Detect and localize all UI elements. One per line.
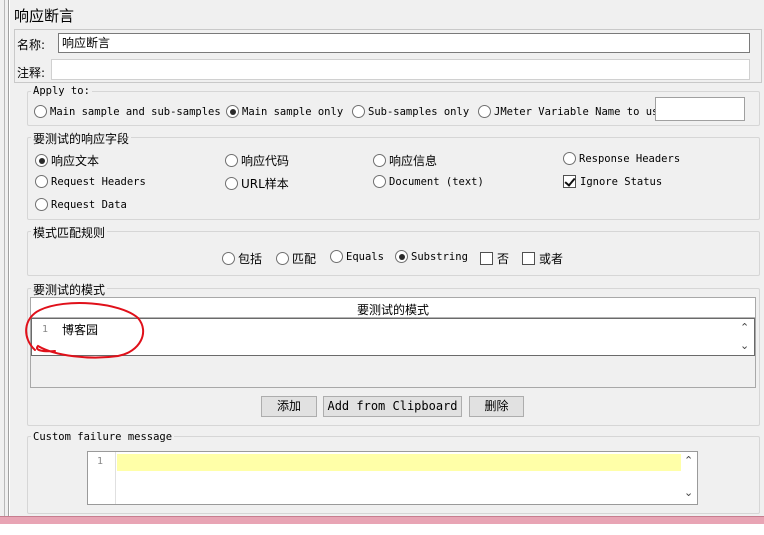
radio-selected-icon [226,105,239,118]
apply-to-legend: Apply to: [31,85,92,97]
field-request-headers-radio[interactable]: Request Headers [35,175,146,188]
table-row[interactable]: 1 博客园 ⌃ ⌄ [31,318,755,356]
rule-or-checkbox[interactable]: 或者 [522,250,563,267]
scroll-up-icon[interactable]: ⌃ [684,454,693,467]
radio-icon [352,105,365,118]
failure-message-legend: Custom failure message [31,431,175,443]
field-url-sample-radio[interactable]: URL样本 [225,175,289,192]
rule-substring-radio[interactable]: Substring [395,250,468,263]
checkbox-icon [522,252,535,265]
field-response-code-radio[interactable]: 响应代码 [225,152,289,169]
field-document-text-radio[interactable]: Document (text) [373,175,484,188]
field-response-message-radio[interactable]: 响应信息 [373,152,437,169]
pattern-rules-legend: 模式匹配规则 [31,224,108,241]
apply-main-and-sub-radio[interactable]: Main sample and sub-samples [34,105,221,118]
radio-icon [563,152,576,165]
scroll-up-icon[interactable]: ⌃ [740,321,749,334]
pattern-rules-group [27,231,760,276]
field-request-data-radio[interactable]: Request Data [35,198,127,211]
response-field-legend: 要测试的响应字段 [31,130,132,147]
bottom-margin [0,524,764,535]
jmeter-variable-input[interactable] [655,97,745,121]
status-bar [0,516,764,524]
scroll-down-icon[interactable]: ⌄ [740,339,749,352]
rule-contains-radio[interactable]: 包括 [222,250,262,267]
field-response-headers-radio[interactable]: Response Headers [563,152,680,165]
current-line-highlight [117,454,681,471]
rule-equals-radio[interactable]: Equals [330,250,384,263]
editor-gutter: 1 [88,452,116,504]
ignore-status-checkbox[interactable]: Ignore Status [563,175,662,188]
radio-icon [35,175,48,188]
patterns-table-header[interactable]: 要测试的模式 [31,298,755,318]
name-comment-box: 名称: 响应断言 注释: [14,29,762,83]
page-title: 响应断言 [14,7,75,25]
checkbox-checked-icon [563,175,576,188]
checkbox-icon [480,252,493,265]
radio-icon [225,154,238,167]
delete-button[interactable]: 删除 [469,396,524,417]
radio-selected-icon [35,154,48,167]
field-response-text-radio[interactable]: 响应文本 [35,152,99,169]
name-input[interactable]: 响应断言 [58,33,750,53]
comment-label: 注释: [17,66,46,80]
radio-icon [222,252,235,265]
apply-jmeter-var-radio[interactable]: JMeter Variable Name to use [478,105,665,118]
radio-icon [35,198,48,211]
radio-icon [225,177,238,190]
apply-sub-only-radio[interactable]: Sub-samples only [352,105,469,118]
radio-icon [276,252,289,265]
comment-input[interactable] [51,59,750,80]
line-number: 1 [97,456,104,467]
radio-icon [34,105,47,118]
rule-not-checkbox[interactable]: 否 [480,250,509,267]
radio-icon [373,175,386,188]
patterns-table: 要测试的模式 1 博客园 ⌃ ⌄ [30,297,756,388]
rule-matches-radio[interactable]: 匹配 [276,250,316,267]
column-header-label: 要测试的模式 [356,303,429,317]
left-splitter[interactable] [0,0,9,516]
apply-main-only-radio[interactable]: Main sample only [226,105,343,118]
radio-icon [478,105,491,118]
failure-message-editor[interactable]: 1 ⌃ ⌄ [87,451,698,505]
line-number: 1 [42,324,49,335]
radio-icon [330,250,343,263]
name-label: 名称: [17,38,46,52]
scroll-down-icon[interactable]: ⌄ [684,486,693,499]
add-button[interactable]: 添加 [261,396,317,417]
pattern-value[interactable]: 博客园 [62,321,98,338]
radio-selected-icon [395,250,408,263]
radio-icon [373,154,386,167]
patterns-legend: 要测试的模式 [31,281,108,298]
add-from-clipboard-button[interactable]: Add from Clipboard [323,396,462,417]
